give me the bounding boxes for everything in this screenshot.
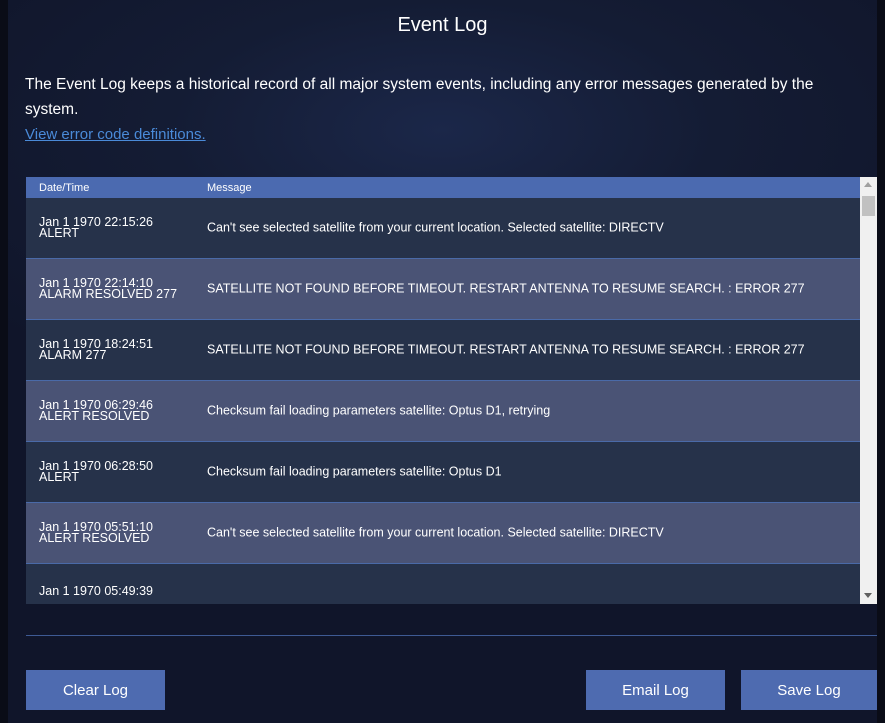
row-message: Checksum fail loading parameters satelli… <box>207 464 502 479</box>
table-row[interactable]: Jan 1 1970 06:28:50 ALERT Checksum fail … <box>26 442 860 503</box>
table-header: Date/Time Message <box>26 177 860 198</box>
event-table: Date/Time Message Jan 1 1970 22:15:26 AL… <box>26 177 860 604</box>
row-message: Can't see selected satellite from your c… <box>207 525 664 540</box>
table-row[interactable]: Jan 1 1970 22:15:26 ALERT Can't see sele… <box>26 198 860 259</box>
scroll-down-icon[interactable] <box>864 593 872 598</box>
row-datetime: Jan 1 1970 22:15:26 ALERT <box>39 215 153 240</box>
row-datetime: Jan 1 1970 06:29:46 ALERT RESOLVED <box>39 398 153 423</box>
scroll-up-icon[interactable] <box>864 182 872 187</box>
row-datetime: Jan 1 1970 22:14:10 ALARM RESOLVED 277 <box>39 276 178 301</box>
event-log-panel: Event Log The Event Log keeps a historic… <box>8 0 877 723</box>
description-text: The Event Log keeps a historical record … <box>25 76 814 118</box>
row-message: Checksum fail loading parameters satelli… <box>207 403 551 418</box>
scrollbar-thumb[interactable] <box>862 196 875 216</box>
row-datetime: Jan 1 1970 18:24:51 ALARM 277 <box>39 337 153 362</box>
page-title: Event Log <box>397 14 488 36</box>
table-row[interactable]: Jan 1 1970 05:49:39 <box>26 564 860 604</box>
error-code-definitions-link[interactable]: View error code definitions. <box>25 126 206 143</box>
table-scrollbar[interactable] <box>860 177 877 604</box>
table-row[interactable]: Jan 1 1970 18:24:51 ALARM 277 SATELLITE … <box>26 320 860 381</box>
save-log-button[interactable]: Save Log <box>741 670 877 710</box>
row-datetime: Jan 1 1970 05:51:10 ALERT RESOLVED <box>39 520 153 545</box>
column-header-message: Message <box>207 182 252 194</box>
table-row[interactable]: Jan 1 1970 05:51:10 ALERT RESOLVED Can't… <box>26 503 860 564</box>
row-message: SATELLITE NOT FOUND BEFORE TIMEOUT. REST… <box>207 342 805 357</box>
row-datetime: Jan 1 1970 05:49:39 <box>39 584 153 598</box>
row-message: SATELLITE NOT FOUND BEFORE TIMEOUT. REST… <box>207 281 805 296</box>
table-row[interactable]: Jan 1 1970 06:29:46 ALERT RESOLVED Check… <box>26 381 860 442</box>
row-datetime: Jan 1 1970 06:28:50 ALERT <box>39 459 153 484</box>
email-log-button[interactable]: Email Log <box>586 670 725 710</box>
table-row[interactable]: Jan 1 1970 22:14:10 ALARM RESOLVED 277 S… <box>26 259 860 320</box>
divider <box>26 635 877 636</box>
clear-log-button[interactable]: Clear Log <box>26 670 165 710</box>
row-message: Can't see selected satellite from your c… <box>207 220 664 235</box>
column-header-date: Date/Time <box>39 182 90 194</box>
